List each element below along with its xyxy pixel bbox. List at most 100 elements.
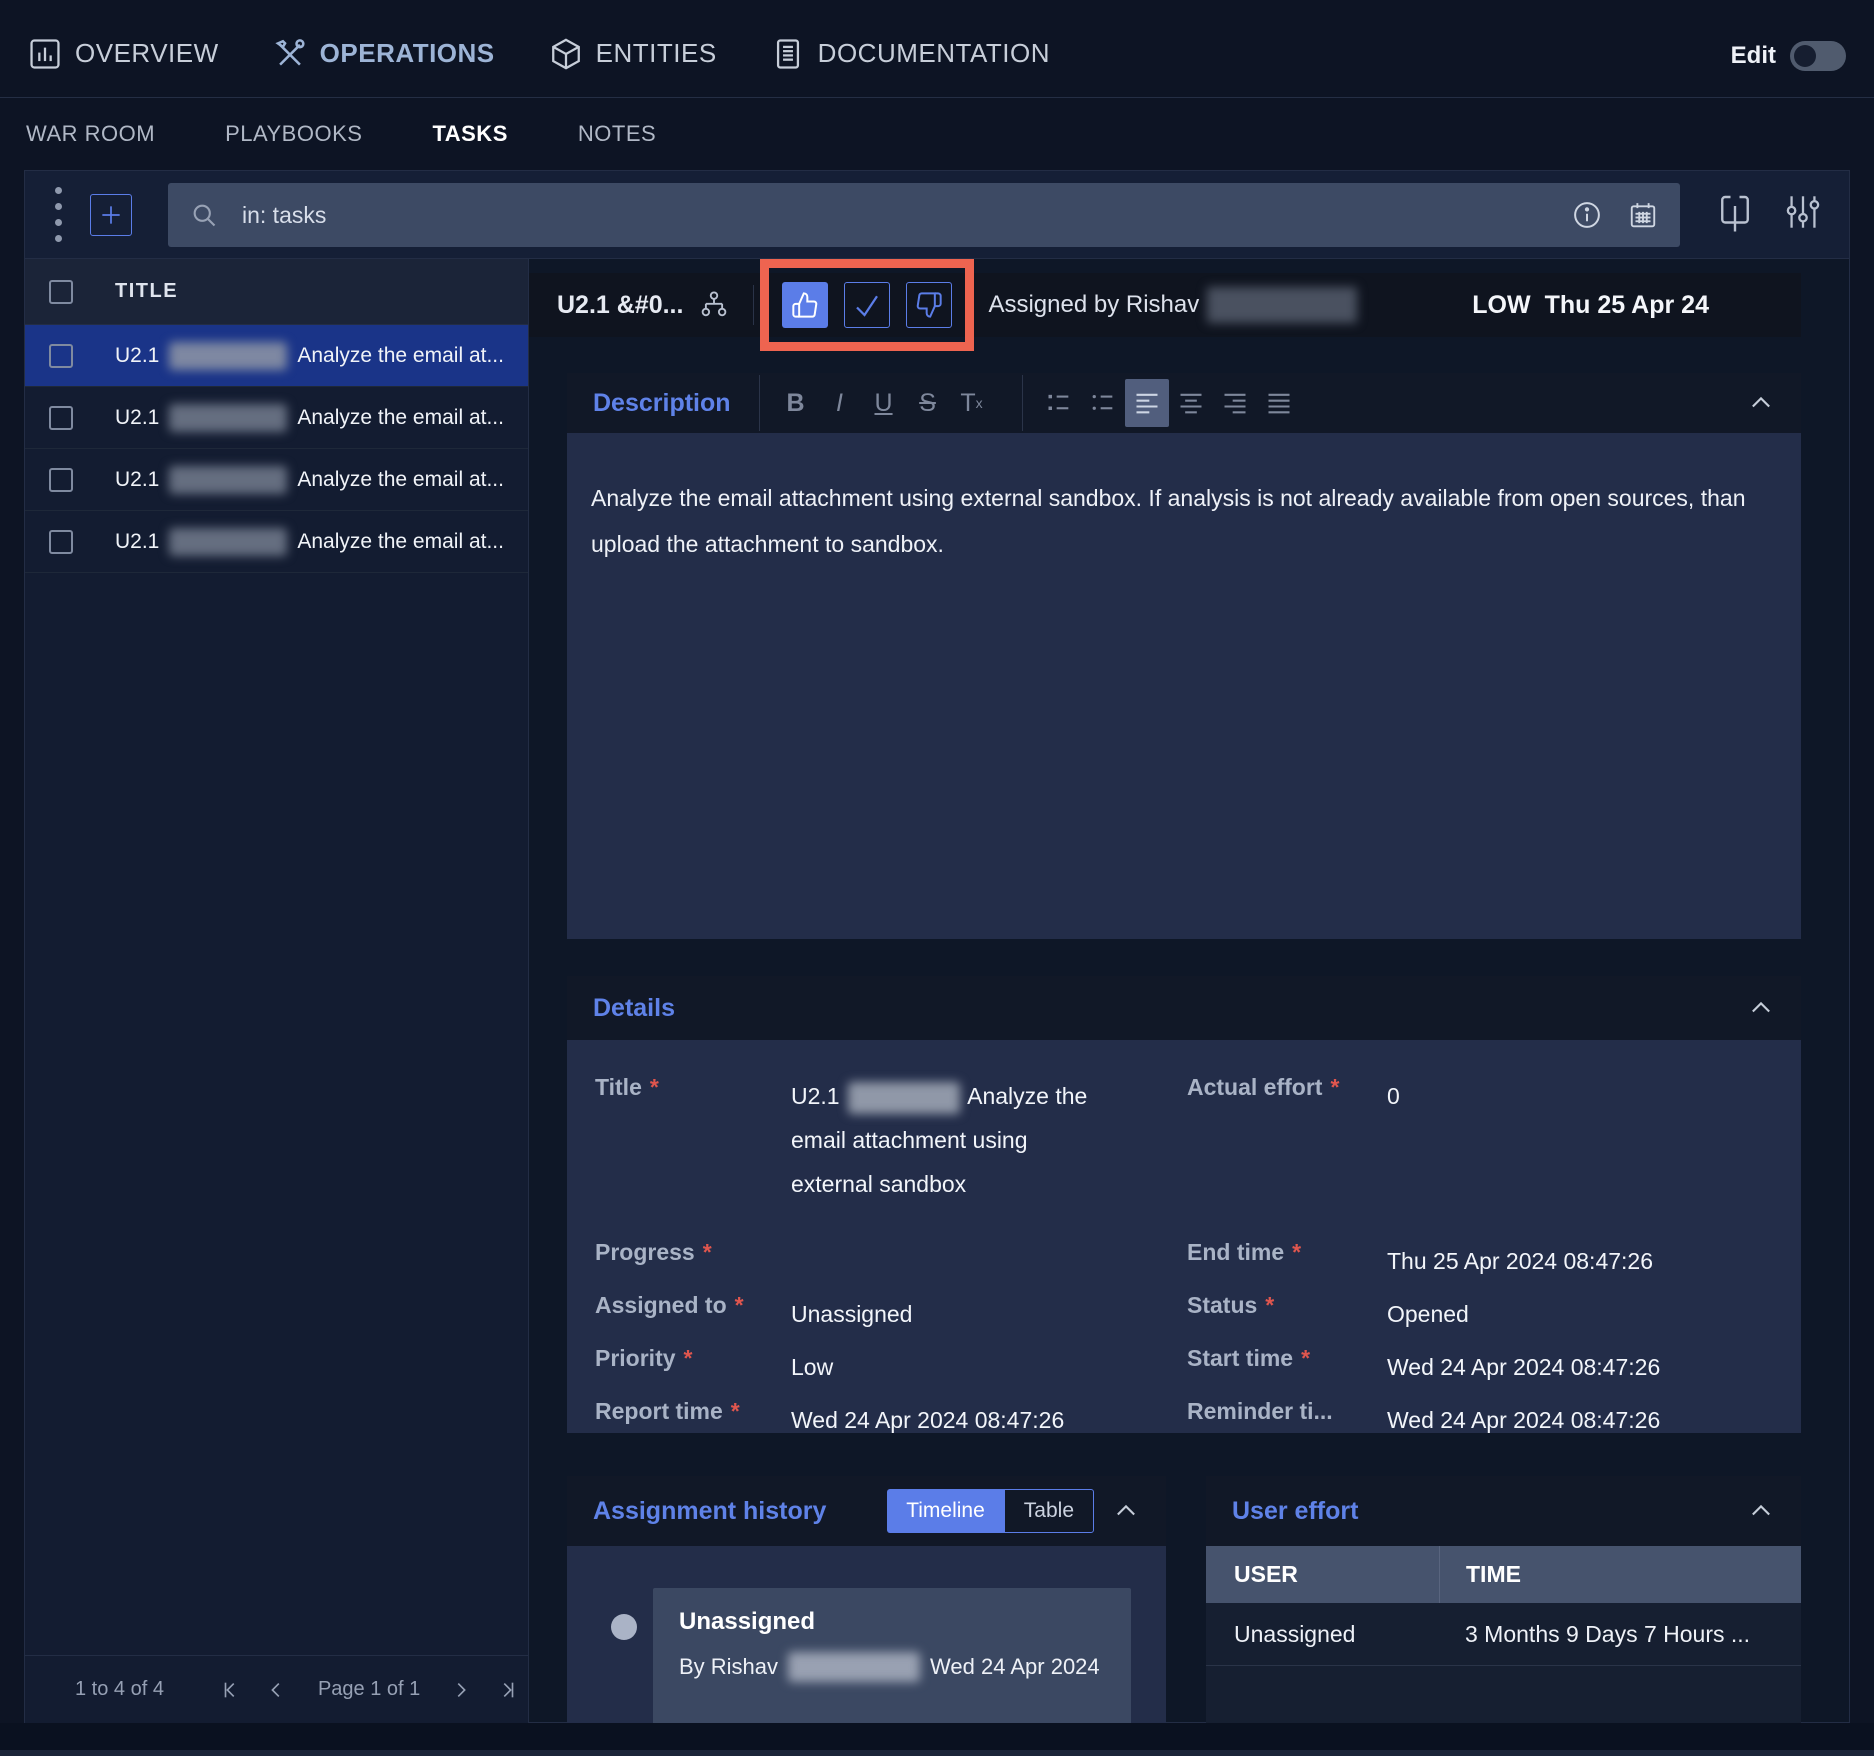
table-row[interactable]: U2.1 Analyze the email at... [25, 449, 528, 511]
row-checkbox[interactable] [49, 344, 73, 368]
description-title: Description [593, 389, 731, 418]
description-body[interactable]: Analyze the email attachment using exter… [567, 433, 1801, 939]
task-header-bar: U2.1 &#0... [529, 273, 1801, 337]
search-icon [190, 201, 218, 229]
check-icon [852, 290, 882, 320]
task-list-panel: TITLE U2.1Analyze the email at... U2.1An… [25, 259, 529, 1723]
assignment-history-section: Assignment history Timeline Table Unassi… [567, 1476, 1166, 1724]
row-title: Analyze the email at... [297, 468, 504, 492]
row-checkbox[interactable] [49, 468, 73, 492]
tab-label: DOCUMENTATION [818, 38, 1050, 69]
tab-entities[interactable]: ENTITIES [549, 37, 717, 71]
field-value-status: Opened [1387, 1292, 1771, 1336]
filters-sliders-icon[interactable] [1783, 191, 1823, 233]
document-icon [771, 37, 805, 71]
table-row[interactable]: U2.1Analyze the email at... [25, 387, 528, 449]
task-action-buttons [776, 282, 958, 328]
select-all-checkbox[interactable] [49, 280, 73, 304]
task-title: U2.1 &#0... [557, 291, 683, 320]
strikethrough-button[interactable]: S [906, 379, 950, 427]
field-label-end-time: End time* [1187, 1239, 1387, 1266]
row-prefix: U2.1 [115, 468, 159, 492]
field-label-title: Title* [595, 1074, 791, 1101]
required-asterisk: * [1292, 1239, 1301, 1265]
row-title: Analyze the email at... [297, 530, 504, 554]
subtab-playbooks[interactable]: PLAYBOOKS [225, 121, 362, 147]
bullet-list-button[interactable] [1081, 379, 1125, 427]
required-asterisk: * [731, 1398, 740, 1424]
collapse-assignment-history-button[interactable] [1112, 1497, 1140, 1525]
tab-overview[interactable]: OVERVIEW [28, 37, 219, 71]
complete-check-button[interactable] [844, 282, 890, 328]
redacted-blur [169, 466, 287, 494]
align-right-button[interactable] [1213, 379, 1257, 427]
search-input[interactable] [242, 202, 1548, 229]
subtab-tasks[interactable]: TASKS [432, 121, 507, 147]
required-asterisk: * [684, 1345, 693, 1371]
redacted-blur [1207, 287, 1357, 323]
thumbs-up-button[interactable] [782, 282, 828, 328]
table-row[interactable]: U2.1Analyze the email at... [25, 511, 528, 573]
user-effort-row[interactable]: Unassigned 3 Months 9 Days 7 Hours ... [1206, 1603, 1801, 1666]
info-icon[interactable] [1572, 200, 1602, 230]
add-task-button[interactable] [90, 194, 132, 236]
field-value-end-time: Thu 25 Apr 2024 08:47:26 [1387, 1239, 1771, 1283]
field-label-priority: Priority* [595, 1345, 791, 1372]
field-value-actual-effort: 0 [1387, 1074, 1771, 1118]
toggle-knob [1794, 45, 1816, 67]
thumbs-up-icon [791, 291, 819, 319]
tab-documentation[interactable]: DOCUMENTATION [771, 37, 1050, 71]
thumbs-down-button[interactable] [906, 282, 952, 328]
required-asterisk: * [1265, 1292, 1274, 1318]
table-toggle-button[interactable]: Table [1004, 1489, 1094, 1533]
field-label-start-time: Start time* [1187, 1345, 1387, 1372]
assignee-name: Unassigned [679, 1608, 1105, 1636]
justify-button[interactable] [1257, 379, 1301, 427]
underline-button[interactable]: U [862, 379, 906, 427]
first-page-icon[interactable] [220, 1679, 242, 1701]
redacted-blur [169, 528, 287, 556]
calendar-icon[interactable] [1628, 200, 1658, 230]
subtab-war-room[interactable]: WAR ROOM [26, 121, 155, 147]
download-icon[interactable] [1717, 191, 1753, 233]
align-left-button[interactable] [1125, 379, 1169, 427]
tab-label: OVERVIEW [75, 38, 219, 69]
clear-format-button[interactable]: Tx [950, 379, 994, 427]
tab-operations[interactable]: OPERATIONS [273, 37, 495, 71]
subtab-notes[interactable]: NOTES [578, 121, 656, 147]
row-checkbox[interactable] [49, 530, 73, 554]
edit-toggle[interactable] [1790, 41, 1846, 71]
table-header-row: TITLE [25, 259, 528, 325]
row-title: Analyze the email at... [297, 406, 504, 430]
assignment-date: Wed 24 Apr 2024 [930, 1654, 1100, 1680]
row-checkbox[interactable] [49, 406, 73, 430]
collapse-description-button[interactable] [1747, 389, 1775, 417]
required-asterisk: * [650, 1074, 659, 1100]
details-title: Details [593, 994, 675, 1023]
timeline-entry-card[interactable]: Unassigned By Rishav Wed 24 Apr 2024 [653, 1588, 1131, 1724]
prev-page-icon[interactable] [266, 1679, 288, 1701]
timeline-toggle-button[interactable]: Timeline [887, 1489, 1004, 1533]
field-label-reminder-time: Reminder ti... [1187, 1398, 1387, 1425]
italic-button[interactable]: I [818, 379, 862, 427]
timeline-dot [611, 1614, 637, 1640]
table-row[interactable]: U2.1Analyze the email at... [25, 325, 528, 387]
priority-badge: LOW [1472, 291, 1530, 320]
next-page-icon[interactable] [450, 1679, 472, 1701]
assignment-timeline: Unassigned By Rishav Wed 24 Apr 2024 [567, 1546, 1166, 1724]
bold-button[interactable]: B [774, 379, 818, 427]
last-page-icon[interactable] [496, 1679, 518, 1701]
field-value-report-time: Wed 24 Apr 2024 08:47:26 [791, 1398, 1187, 1442]
details-header: Details [567, 976, 1801, 1040]
bottom-strip [0, 1750, 1874, 1756]
title-column-header: TITLE [115, 280, 178, 303]
ordered-list-button[interactable] [1037, 379, 1081, 427]
search-bar[interactable] [168, 183, 1680, 247]
required-asterisk: * [735, 1292, 744, 1318]
effort-user: Unassigned [1206, 1621, 1439, 1648]
align-center-button[interactable] [1169, 379, 1213, 427]
kebab-menu-icon[interactable] [55, 187, 62, 242]
hierarchy-icon[interactable] [699, 290, 729, 320]
collapse-details-button[interactable] [1747, 994, 1775, 1022]
collapse-user-effort-button[interactable] [1747, 1497, 1775, 1525]
